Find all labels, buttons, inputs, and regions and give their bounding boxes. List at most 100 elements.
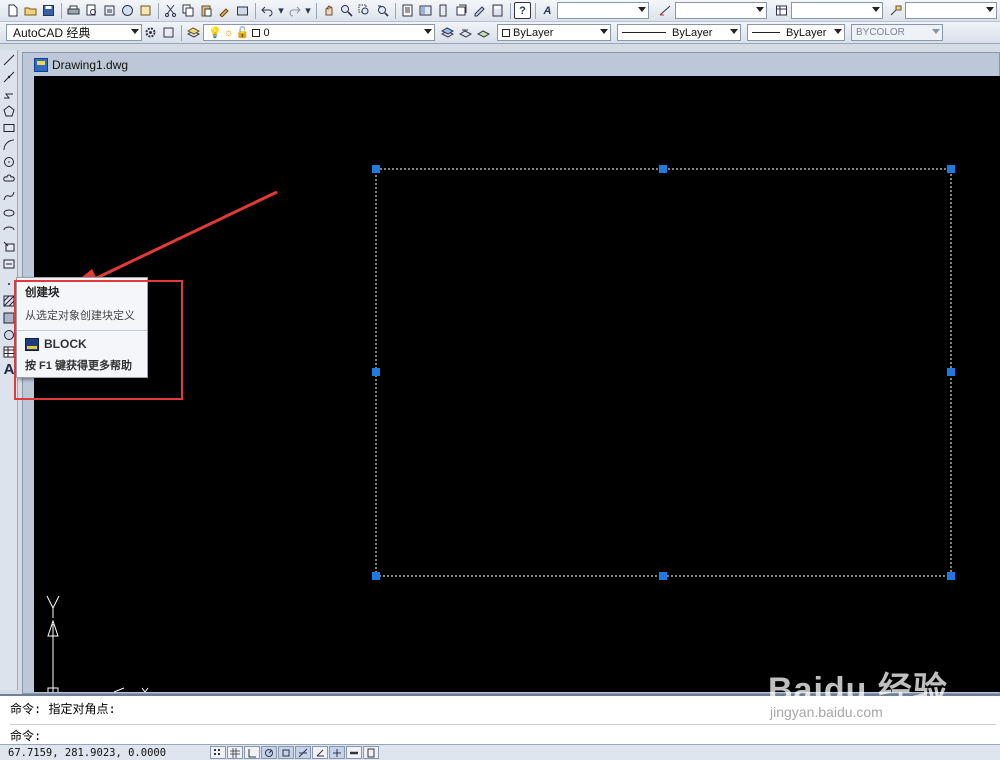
- toolbar-separator: [158, 2, 159, 19]
- standard-toolbar: ▾ ▾ ? A: [0, 0, 1000, 22]
- multileader-style-combo[interactable]: [905, 2, 997, 19]
- toolbar-separator: [255, 2, 256, 19]
- lwt-icon[interactable]: [346, 746, 362, 759]
- markup-icon[interactable]: [471, 2, 488, 19]
- arc-icon[interactable]: [1, 137, 17, 153]
- toolbar-separator: [181, 24, 182, 41]
- polygon-icon[interactable]: [1, 103, 17, 119]
- command-prompt[interactable]: 命令:: [10, 727, 41, 744]
- rectangle-icon[interactable]: [1, 120, 17, 136]
- workspace-toolbar-icon[interactable]: [160, 24, 177, 41]
- paste-icon[interactable]: [198, 2, 215, 19]
- polyline-icon[interactable]: [1, 86, 17, 102]
- qp-icon[interactable]: [363, 746, 379, 759]
- lock-icon[interactable]: 🔓: [236, 26, 250, 39]
- print-icon[interactable]: [65, 2, 82, 19]
- redo-icon[interactable]: [286, 2, 303, 19]
- dim-style-combo[interactable]: [675, 2, 767, 19]
- preview-icon[interactable]: [83, 2, 100, 19]
- 3ddwf-icon[interactable]: [137, 2, 154, 19]
- otrack-icon[interactable]: [295, 746, 311, 759]
- grip-top-left[interactable]: [372, 165, 380, 173]
- table-style-combo[interactable]: [791, 2, 883, 19]
- lineweight-value: ByLayer: [786, 26, 827, 39]
- multileader-style-icon[interactable]: [887, 2, 904, 19]
- plot-icon[interactable]: [119, 2, 136, 19]
- new-icon[interactable]: [4, 2, 21, 19]
- color-swatch-icon: [502, 28, 510, 37]
- polar-icon[interactable]: [261, 746, 277, 759]
- undo-dropdown-icon[interactable]: ▾: [277, 2, 285, 19]
- make-block-icon[interactable]: [1, 256, 17, 272]
- layer-combo[interactable]: 💡 ☼ 🔓 0: [203, 24, 435, 41]
- zoom-previous-icon[interactable]: [374, 2, 391, 19]
- insert-block-icon[interactable]: [1, 239, 17, 255]
- spline-icon[interactable]: [1, 188, 17, 204]
- text-style-combo[interactable]: [557, 2, 649, 19]
- ellipse-icon[interactable]: [1, 205, 17, 221]
- ducs-icon[interactable]: [312, 746, 328, 759]
- make-current-layer-icon[interactable]: [439, 24, 456, 41]
- coordinate-display[interactable]: 67.7159, 281.9023, 0.0000: [0, 747, 210, 759]
- toolbar-separator: [535, 2, 536, 19]
- grip-bottom-right[interactable]: [947, 572, 955, 580]
- redo-dropdown-icon[interactable]: ▾: [304, 2, 312, 19]
- toolpalette-icon[interactable]: [435, 2, 452, 19]
- dim-style-icon[interactable]: [657, 2, 674, 19]
- watermark-url: jingyan.baidu.com: [770, 704, 883, 720]
- selected-rectangle[interactable]: [375, 168, 952, 577]
- copy-icon[interactable]: [180, 2, 197, 19]
- linetype-combo[interactable]: ByLayer: [617, 24, 741, 41]
- properties-icon[interactable]: [399, 2, 416, 19]
- open-icon[interactable]: [22, 2, 39, 19]
- dyn-icon[interactable]: [329, 746, 345, 759]
- undo-icon[interactable]: [259, 2, 276, 19]
- workspace-settings-icon[interactable]: [142, 24, 159, 41]
- line-icon[interactable]: [1, 52, 17, 68]
- sun-icon[interactable]: ☼: [224, 27, 234, 39]
- circle-icon[interactable]: [1, 154, 17, 170]
- layer-value: 0: [263, 26, 270, 39]
- layer-manager-icon[interactable]: [185, 24, 202, 41]
- grip-top-mid[interactable]: [659, 165, 667, 173]
- workspace-combo[interactable]: AutoCAD 经典: [6, 24, 142, 41]
- publish-icon[interactable]: [101, 2, 118, 19]
- grip-bottom-mid[interactable]: [659, 572, 667, 580]
- layer-previous-icon[interactable]: [457, 24, 474, 41]
- pan-icon[interactable]: [320, 2, 337, 19]
- grip-bottom-left[interactable]: [372, 572, 380, 580]
- save-icon[interactable]: [40, 2, 57, 19]
- zoom-window-icon[interactable]: [356, 2, 373, 19]
- matchprop-icon[interactable]: [216, 2, 233, 19]
- table-style-icon[interactable]: [773, 2, 790, 19]
- layer-state-icon[interactable]: [475, 24, 492, 41]
- lineweight-sample: [752, 32, 780, 33]
- toolbar-separator: [316, 2, 317, 19]
- text-style-icon[interactable]: A: [539, 2, 556, 19]
- command-divider: [10, 724, 996, 725]
- sheetset-icon[interactable]: [453, 2, 470, 19]
- plotstyle-combo: BYCOLOR: [851, 24, 943, 41]
- cut-icon[interactable]: [162, 2, 179, 19]
- ortho-icon[interactable]: [244, 746, 260, 759]
- command-history: 命令: 指定对角点:: [10, 702, 116, 716]
- grid-icon[interactable]: [227, 746, 243, 759]
- help-icon[interactable]: ?: [514, 2, 531, 19]
- designcenter-icon[interactable]: [417, 2, 434, 19]
- zoom-realtime-icon[interactable]: [338, 2, 355, 19]
- construction-line-icon[interactable]: [1, 69, 17, 85]
- lineweight-combo[interactable]: ByLayer: [747, 24, 845, 41]
- snap-icon[interactable]: [210, 746, 226, 759]
- blockeditor-icon[interactable]: [234, 2, 251, 19]
- quickcalc-icon[interactable]: [489, 2, 506, 19]
- revcloud-icon[interactable]: [1, 171, 17, 187]
- ellipse-arc-icon[interactable]: [1, 222, 17, 238]
- grip-mid-left[interactable]: [372, 368, 380, 376]
- grip-group[interactable]: [372, 165, 955, 580]
- grip-top-right[interactable]: [947, 165, 955, 173]
- document-tab[interactable]: Drawing1.dwg: [30, 55, 136, 75]
- lightbulb-icon[interactable]: 💡: [208, 26, 222, 39]
- osnap-icon[interactable]: [278, 746, 294, 759]
- grip-mid-right[interactable]: [947, 368, 955, 376]
- color-combo[interactable]: ByLayer: [497, 24, 611, 41]
